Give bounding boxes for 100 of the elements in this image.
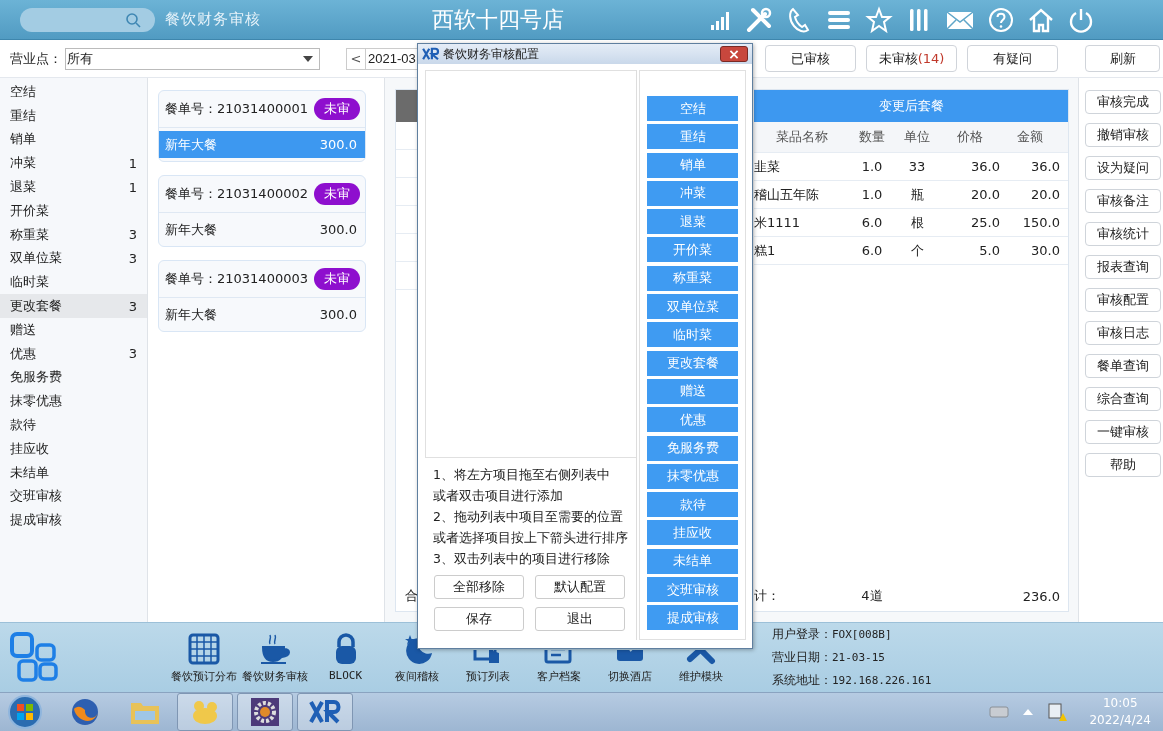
instruction-text: 3、双击列表中的项目进行移除: [433, 550, 611, 568]
action-button[interactable]: 撤销审核: [1084, 123, 1161, 147]
help-icon[interactable]: [987, 5, 1015, 34]
category-label: 销单: [10, 130, 36, 149]
category-item[interactable]: 开价菜: [0, 199, 147, 223]
category-item[interactable]: 挂应收: [0, 436, 147, 461]
category-label: 退菜: [10, 178, 36, 197]
filter-button[interactable]: 已审核: [765, 45, 856, 72]
close-button[interactable]: [720, 46, 748, 62]
category-item[interactable]: 冲菜 1: [0, 151, 147, 176]
module-title: 餐饮财务审核: [165, 10, 261, 29]
star-icon[interactable]: [865, 5, 893, 34]
start-button[interactable]: [7, 694, 43, 730]
category-item[interactable]: 临时菜: [0, 270, 147, 295]
category-item[interactable]: 空结: [0, 80, 147, 104]
category-item[interactable]: 款待: [0, 413, 147, 437]
refresh-button[interactable]: 刷新: [1085, 45, 1160, 72]
action-button[interactable]: 审核备注: [1084, 189, 1161, 213]
dialog-button[interactable]: 默认配置: [535, 575, 625, 599]
order-item[interactable]: 新年大餐 300.0: [159, 216, 365, 243]
instruction-text: 2、拖动列表中项目至需要的位置: [433, 508, 624, 526]
filter-button[interactable]: 未审核(14): [866, 45, 957, 72]
dialog-button[interactable]: 退出: [535, 607, 625, 631]
category-item[interactable]: 重结: [0, 103, 147, 128]
table-cell-text: 1.0: [860, 159, 884, 174]
dock-item[interactable]: 夜间稽核: [381, 633, 452, 684]
table-cell-text: 个: [909, 241, 925, 260]
category-item[interactable]: 更改套餐 3: [0, 294, 147, 318]
instruction-text: 1、将左方项目拖至右侧列表中: [433, 466, 611, 484]
total-label: 合: [405, 587, 418, 605]
category-item[interactable]: 双单位菜 3: [0, 246, 147, 271]
dock-item[interactable]: 维护模块: [665, 633, 736, 684]
order-number: 餐单号：21031400001: [165, 100, 308, 118]
category-item[interactable]: 销单: [0, 127, 147, 152]
app-logo-icon: [422, 47, 440, 61]
category-label: 冲菜: [10, 154, 36, 173]
chevron-up-icon[interactable]: [1023, 708, 1034, 716]
status-badge: 未审: [314, 98, 360, 120]
category-item[interactable]: 未结单: [0, 460, 147, 485]
close-icon: [729, 49, 739, 59]
status-badge: 未审: [314, 183, 360, 205]
order-number: 餐单号：21031400003: [165, 270, 308, 288]
dock-item[interactable]: 餐饮预订分布: [168, 633, 239, 684]
action-button[interactable]: 设为疑问: [1084, 156, 1161, 180]
category-item[interactable]: 退菜 1: [0, 175, 147, 199]
table-title: 变更后套餐: [754, 90, 1068, 122]
dock-item[interactable]: 餐饮财务审核: [239, 633, 310, 684]
order-number: 餐单号：21031400002: [165, 185, 308, 203]
category-item[interactable]: 优惠 3: [0, 341, 147, 366]
column-header: 价格: [956, 128, 984, 146]
action-button[interactable]: 审核配置: [1084, 288, 1161, 312]
info-text: 营业日期：21-03-15: [772, 649, 886, 666]
dock-item[interactable]: 切换酒店: [594, 633, 665, 684]
dock-item[interactable]: 预订列表: [452, 633, 523, 684]
category-item[interactable]: 免服务费: [0, 365, 147, 390]
category-label: 空结: [10, 82, 36, 101]
instruction-text: 或者双击项目进行添加: [433, 487, 564, 505]
dialog-button[interactable]: 全部移除: [434, 575, 524, 599]
order-item[interactable]: 新年大餐 300.0: [159, 301, 365, 328]
order-card[interactable]: 餐单号：21031400003 未审 新年大餐 300.0: [158, 260, 366, 332]
action-button[interactable]: 餐单查询: [1084, 354, 1161, 378]
filter-button[interactable]: 有疑问: [967, 45, 1058, 72]
category-count: 1: [128, 155, 137, 171]
category-count: 3: [128, 298, 137, 314]
search-field[interactable]: [20, 7, 155, 32]
category-item[interactable]: 提成审核: [0, 508, 147, 533]
info-text: 系统地址：192.168.226.161: [772, 672, 932, 689]
browser-icon[interactable]: [70, 697, 100, 727]
table-cell-text: 1.0: [860, 187, 884, 202]
keyboard-icon[interactable]: [989, 705, 1010, 719]
total-count: 4道: [860, 587, 884, 605]
search-icon: [125, 11, 141, 28]
dialog-button[interactable]: 保存: [434, 607, 524, 631]
category-label: 抹零优惠: [10, 392, 62, 411]
category-label: 临时菜: [10, 273, 49, 292]
category-item[interactable]: 赠送: [0, 317, 147, 342]
order-card[interactable]: 餐单号：21031400001 未审 新年大餐 300.0: [158, 90, 366, 162]
action-button[interactable]: 审核完成: [1084, 90, 1161, 114]
action-button[interactable]: 综合查询: [1084, 387, 1161, 411]
action-button[interactable]: 一键审核: [1084, 420, 1161, 444]
column-header: 菜品名称: [775, 128, 829, 146]
app-logo-icon[interactable]: [308, 698, 342, 726]
category-label: 双单位菜: [10, 249, 62, 268]
table-cell-text: 糕1: [754, 241, 777, 260]
table-cell-text: 稽山五年陈: [754, 185, 820, 204]
action-button[interactable]: 审核统计: [1084, 222, 1161, 246]
category-item[interactable]: 交班审核: [0, 484, 147, 509]
action-button[interactable]: 帮助: [1084, 453, 1161, 477]
column-header: 数量: [858, 128, 886, 146]
dock-item[interactable]: BLOCK: [310, 633, 381, 684]
order-card[interactable]: 餐单号：21031400002 未审 新年大餐 300.0: [158, 175, 366, 247]
category-item[interactable]: 抹零优惠: [0, 389, 147, 414]
action-button[interactable]: 审核日志: [1084, 321, 1161, 345]
outlet-dropdown[interactable]: 所有: [65, 47, 320, 70]
network-warning-icon[interactable]: [1047, 702, 1068, 722]
action-button[interactable]: 报表查询: [1084, 255, 1161, 279]
previous-date-button[interactable]: <: [346, 47, 366, 70]
category-item[interactable]: 称重菜 3: [0, 222, 147, 247]
table-cell-text: 米1111: [754, 213, 802, 232]
gear-icon[interactable]: [250, 697, 280, 727]
